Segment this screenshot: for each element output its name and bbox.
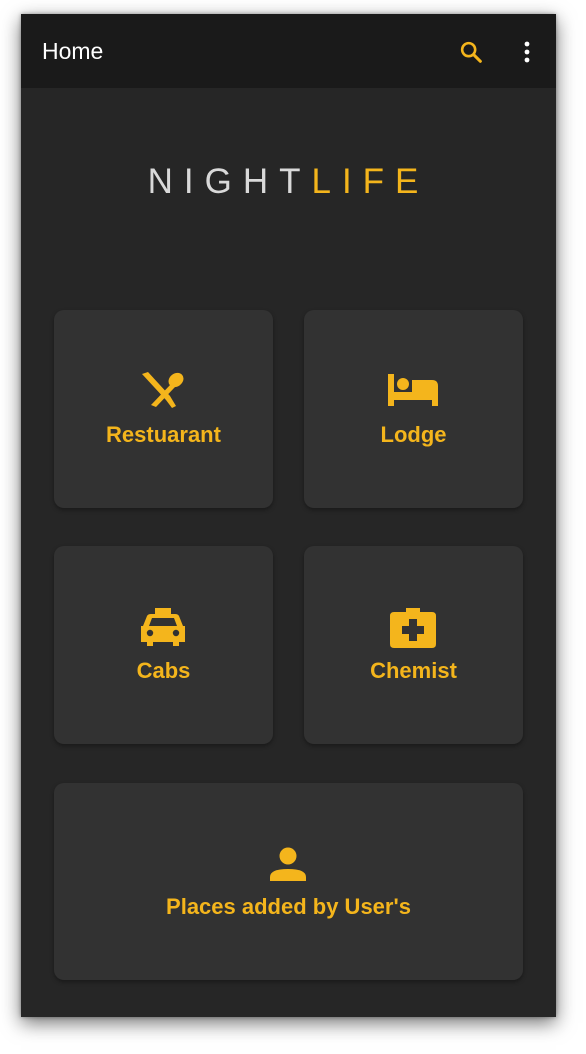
restaurant-card[interactable]: Restuarant — [54, 310, 273, 508]
cabs-card[interactable]: Cabs — [54, 546, 273, 744]
more-vert-icon[interactable] — [515, 38, 539, 66]
app-bar: Home — [21, 14, 556, 88]
user-places-label: Places added by User's — [166, 894, 411, 919]
page-title: Home — [42, 38, 104, 64]
chemist-card[interactable]: Chemist — [304, 546, 523, 744]
logo-night: NIGHT — [147, 162, 312, 201]
restaurant-label: Restuarant — [106, 422, 221, 447]
lodge-card[interactable]: Lodge — [304, 310, 523, 508]
restaurant-icon — [138, 370, 188, 415]
cabs-label: Cabs — [136, 658, 191, 683]
app-logo: NIGHTLIFE — [21, 162, 556, 202]
app-screen: Home NIGHTLIFE Restuarant Lodge Cabs Che… — [21, 14, 556, 1017]
chemist-label: Chemist — [370, 658, 457, 683]
person-icon — [269, 847, 307, 886]
medical-icon — [390, 608, 436, 653]
bed-icon — [388, 374, 440, 413]
user-places-card[interactable]: Places added by User's — [54, 783, 523, 980]
logo-life: LIFE — [311, 162, 430, 201]
search-icon[interactable] — [457, 38, 485, 66]
taxi-icon — [139, 608, 187, 653]
lodge-label: Lodge — [380, 422, 447, 447]
